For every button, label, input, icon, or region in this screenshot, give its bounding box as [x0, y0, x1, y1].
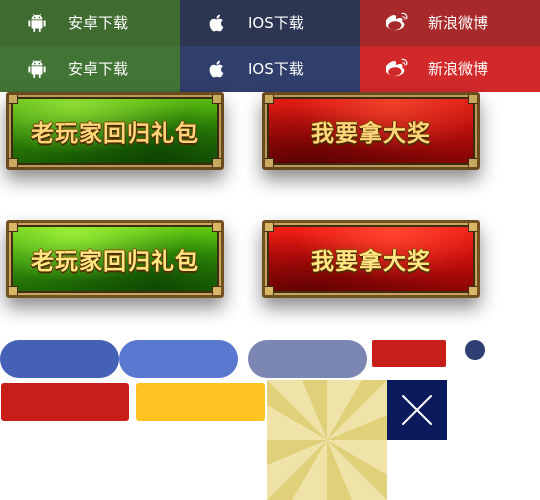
win-grand-prize-label: 我要拿大奖 — [311, 121, 431, 147]
apple-icon — [209, 60, 224, 78]
weibo-button[interactable]: 新浪微博 — [360, 0, 540, 46]
android-icon — [28, 13, 46, 33]
gray-blue-pill-button[interactable] — [248, 340, 367, 378]
ios-download-button[interactable]: IOS下载 — [180, 46, 360, 92]
blue-pill-button-dark[interactable] — [0, 340, 119, 378]
win-grand-prize-button-hover[interactable]: 我要拿大奖 — [262, 220, 480, 298]
red-small-button[interactable] — [372, 340, 446, 367]
ios-download-label: IOS下载 — [248, 14, 304, 32]
ios-download-button[interactable]: IOS下载 — [180, 0, 360, 46]
win-grand-prize-label: 我要拿大奖 — [311, 249, 431, 275]
android-download-button[interactable]: 安卓下载 — [0, 0, 180, 46]
red-large-button[interactable] — [1, 383, 129, 421]
veteran-return-gift-button-hover[interactable]: 老玩家回归礼包 — [6, 220, 224, 298]
weibo-icon — [386, 12, 408, 31]
sunburst-background — [267, 380, 387, 500]
close-button[interactable] — [387, 380, 447, 440]
navy-dot — [465, 340, 485, 360]
weibo-label: 新浪微博 — [428, 60, 489, 78]
blue-pill-button-light[interactable] — [119, 340, 238, 378]
win-grand-prize-button[interactable]: 我要拿大奖 — [262, 92, 480, 170]
yellow-button[interactable] — [136, 383, 265, 421]
android-download-label: 安卓下载 — [68, 60, 129, 78]
android-icon — [28, 59, 46, 79]
android-download-label: 安卓下载 — [68, 14, 129, 32]
ios-download-label: IOS下载 — [248, 60, 304, 78]
veteran-return-gift-label: 老玩家回归礼包 — [31, 121, 199, 147]
weibo-icon — [386, 58, 408, 77]
weibo-label: 新浪微博 — [428, 14, 489, 32]
apple-icon — [209, 14, 224, 32]
weibo-button[interactable]: 新浪微博 — [360, 46, 540, 92]
veteran-return-gift-label: 老玩家回归礼包 — [31, 249, 199, 275]
android-download-button[interactable]: 安卓下载 — [0, 46, 180, 92]
close-icon — [402, 395, 432, 425]
veteran-return-gift-button[interactable]: 老玩家回归礼包 — [6, 92, 224, 170]
